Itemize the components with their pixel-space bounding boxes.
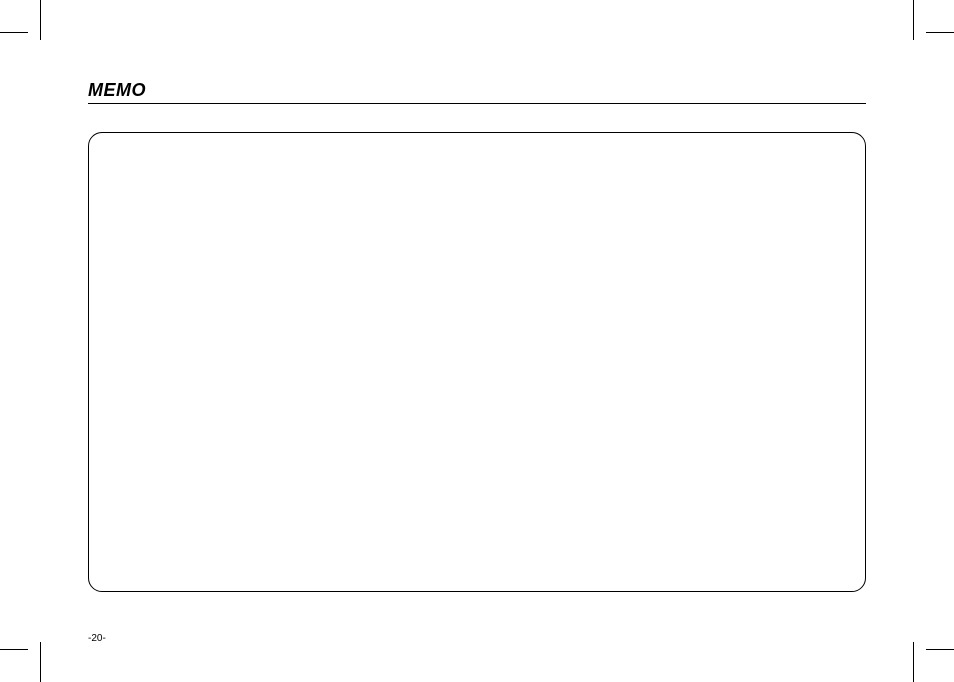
crop-mark (913, 0, 914, 40)
page-content: MEMO -20- (88, 80, 866, 622)
crop-mark (40, 642, 41, 682)
crop-mark (913, 642, 914, 682)
crop-mark (40, 0, 41, 40)
memo-box (88, 132, 866, 592)
crop-mark (926, 649, 954, 650)
page-number: -20- (88, 633, 106, 644)
page-title: MEMO (88, 80, 866, 104)
crop-mark (926, 32, 954, 33)
crop-mark (0, 649, 28, 650)
crop-mark (0, 32, 28, 33)
